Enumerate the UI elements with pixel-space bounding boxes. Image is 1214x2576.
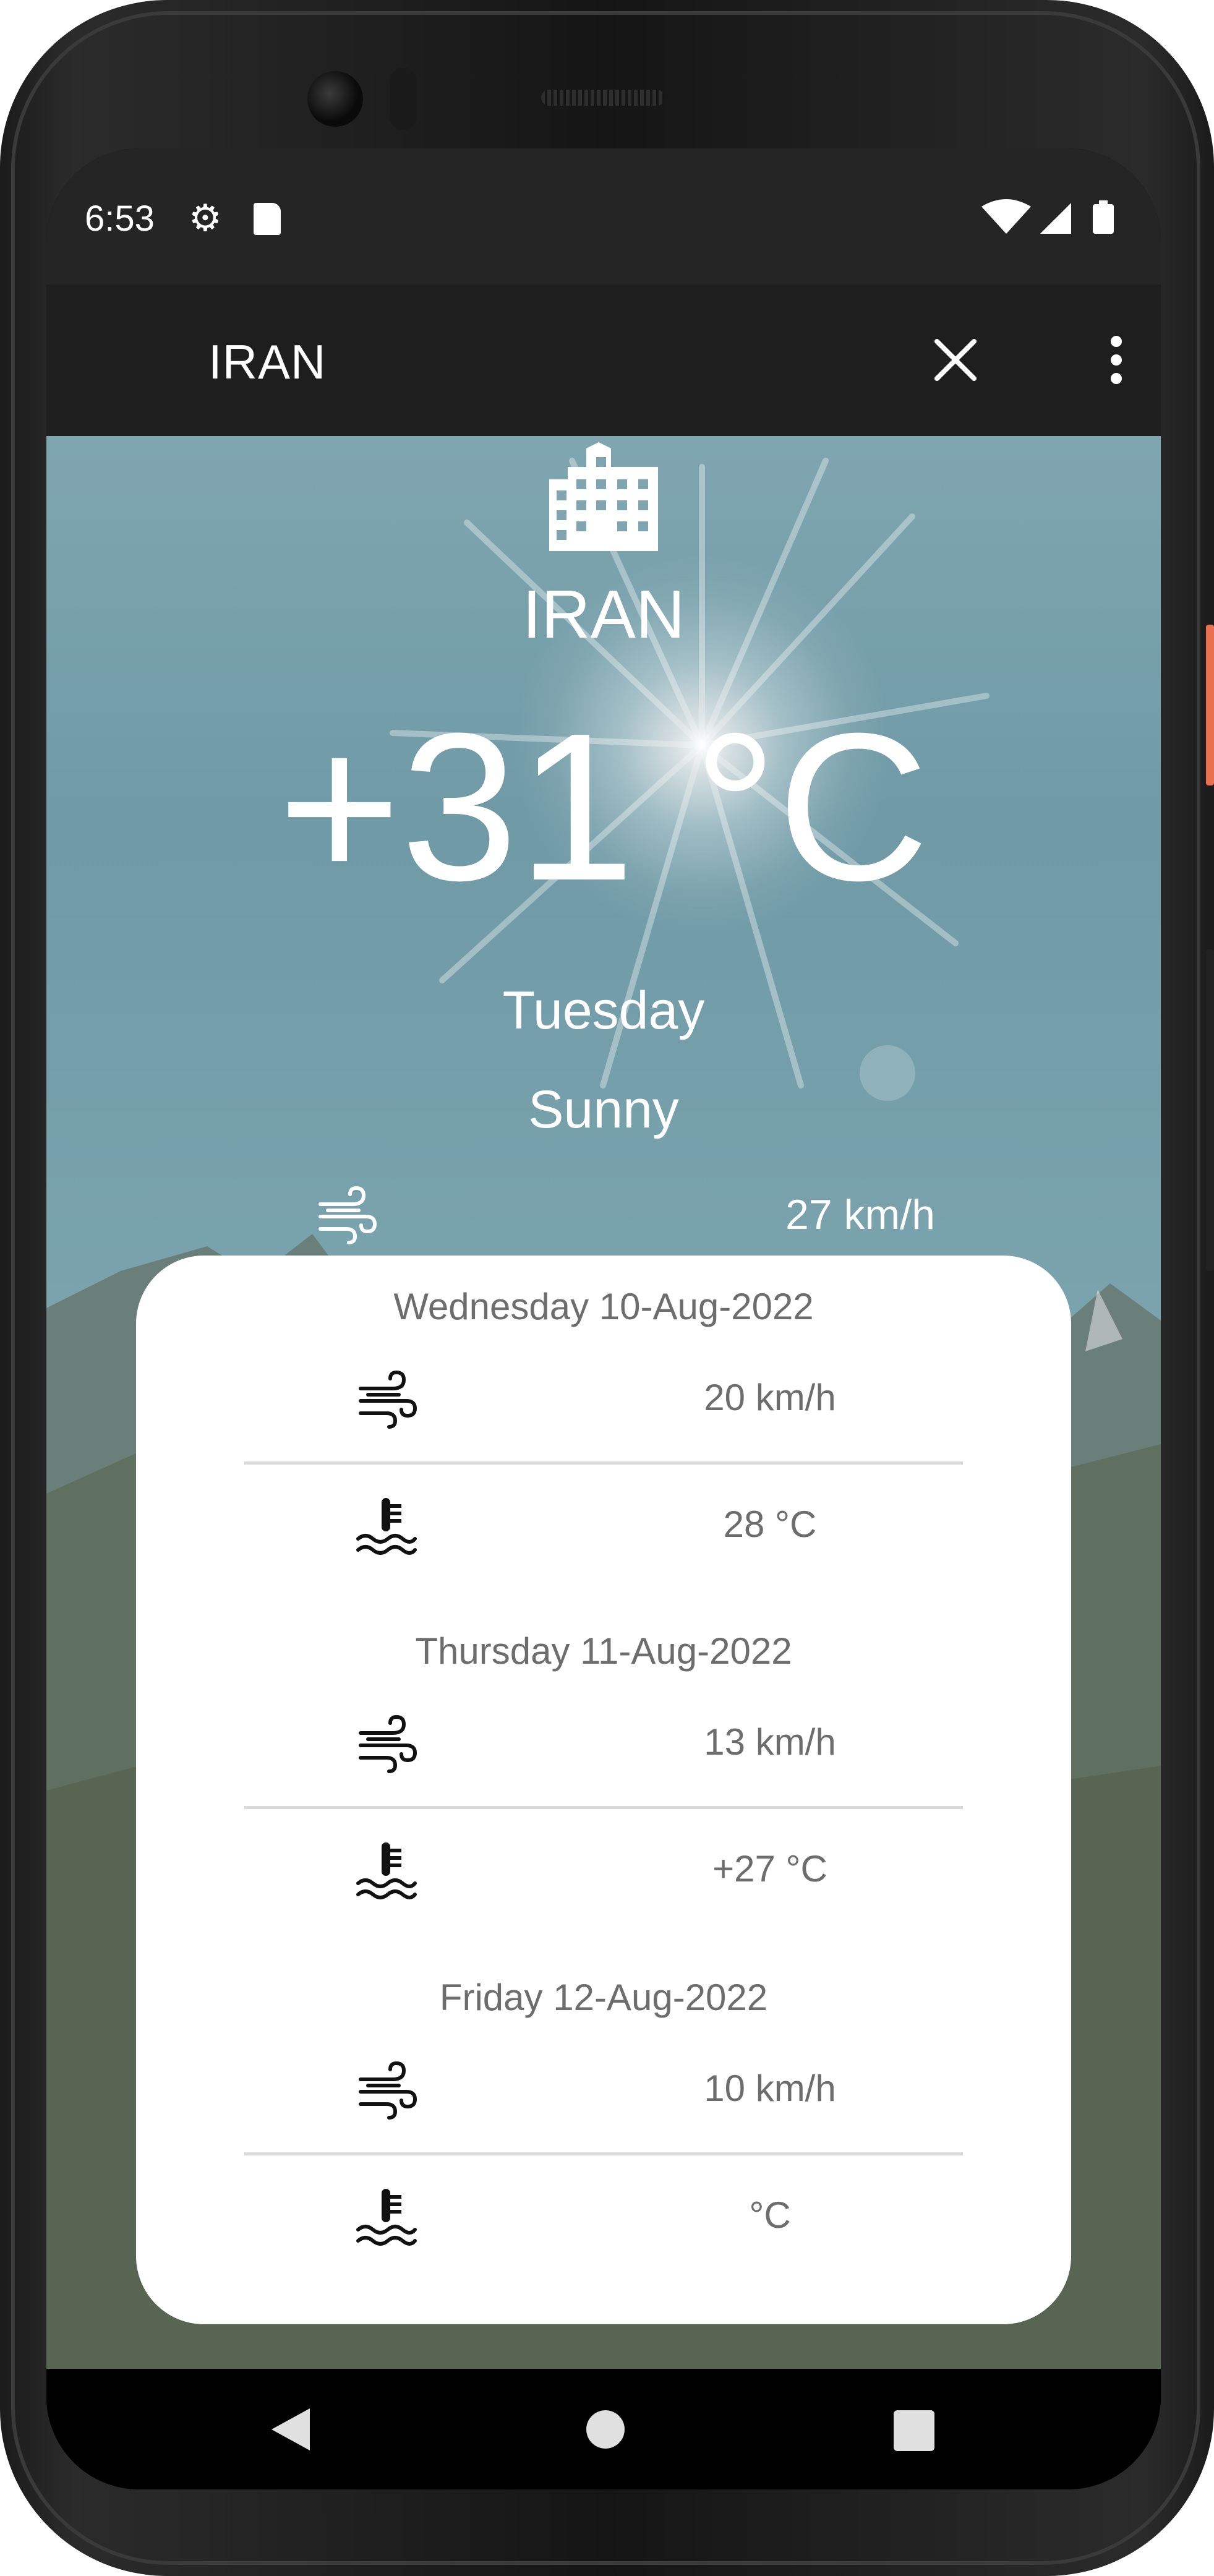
system-navigation-bar [46,2369,1161,2489]
wifi-icon [981,199,1031,234]
water-thermometer-icon [356,1842,417,1899]
app-bar-title: IRAN [208,335,327,389]
volume-button [1206,949,1214,1271]
forecast-wind-value: 10 km/h [704,2068,836,2109]
wind-icon [359,2061,417,2120]
forecast-wind-value: 20 km/h [704,1377,836,1418]
forecast-wind-row: 13 km/h [244,1684,963,1805]
current-wind-speed: 27 km/h [785,1191,935,1238]
forecast-wind-value: 13 km/h [704,1721,836,1763]
city-buildings-icon [549,442,658,551]
power-button [1206,625,1214,785]
battery-icon [1093,200,1114,234]
forecast-date: Thursday 11-Aug-2022 [415,1630,792,1672]
wind-icon [318,1186,377,1244]
more-options-icon[interactable] [1098,329,1135,391]
settings-gear-icon: ⚙ [189,197,222,239]
proximity-sensor [390,68,417,130]
forecast-card: Wednesday 10-Aug-2022 20 km/h 28 °C Thur… [136,1256,1071,2324]
close-icon[interactable] [925,329,986,391]
current-temperature: +31 °C [278,690,930,925]
status-time: 6:53 [85,199,155,239]
forecast-temperature-row: °C [244,2157,963,2278]
status-bar: 6:53 ⚙ [46,148,1161,285]
weather-condition: Sunny [528,1080,679,1139]
screen: 6:53 ⚙ IRAN IRAN +31 °C Tuesday Sunny 27… [46,148,1161,2489]
wind-icon [359,1370,417,1429]
earpiece-speaker [541,90,665,106]
forecast-wind-row: 10 km/h [244,2030,963,2151]
front-camera [307,71,363,127]
forecast-temperature-value: °C [749,2194,791,2236]
app-bar: IRAN [46,285,1161,436]
row-divider [244,1461,963,1465]
wind-icon [359,1714,417,1773]
forecast-temperature-row: +27 °C [244,1810,963,1932]
weather-content: IRAN +31 °C Tuesday Sunny 27 km/h Wednes… [46,436,1161,2369]
water-thermometer-icon [356,1498,417,1555]
row-divider [244,1806,963,1809]
recent-apps-icon[interactable] [894,2410,934,2451]
forecast-date: Wednesday 10-Aug-2022 [393,1286,814,1327]
forecast-temperature-value: +27 °C [712,1848,827,1889]
home-icon[interactable] [586,2410,625,2449]
phone-frame: 6:53 ⚙ IRAN IRAN +31 °C Tuesday Sunny 27… [0,0,1214,2576]
row-divider [244,2152,963,2155]
status-icons [981,199,1114,234]
current-day: Tuesday [502,981,705,1040]
water-thermometer-icon [356,2189,417,2246]
forecast-wind-row: 20 km/h [244,1339,963,1460]
forecast-temperature-row: 28 °C [244,1466,963,1587]
forecast-date: Friday 12-Aug-2022 [439,1977,768,2018]
country-name: IRAN [522,576,685,653]
sd-card-icon [254,203,281,235]
forecast-temperature-value: 28 °C [723,1504,817,1545]
back-icon[interactable] [269,2406,312,2453]
